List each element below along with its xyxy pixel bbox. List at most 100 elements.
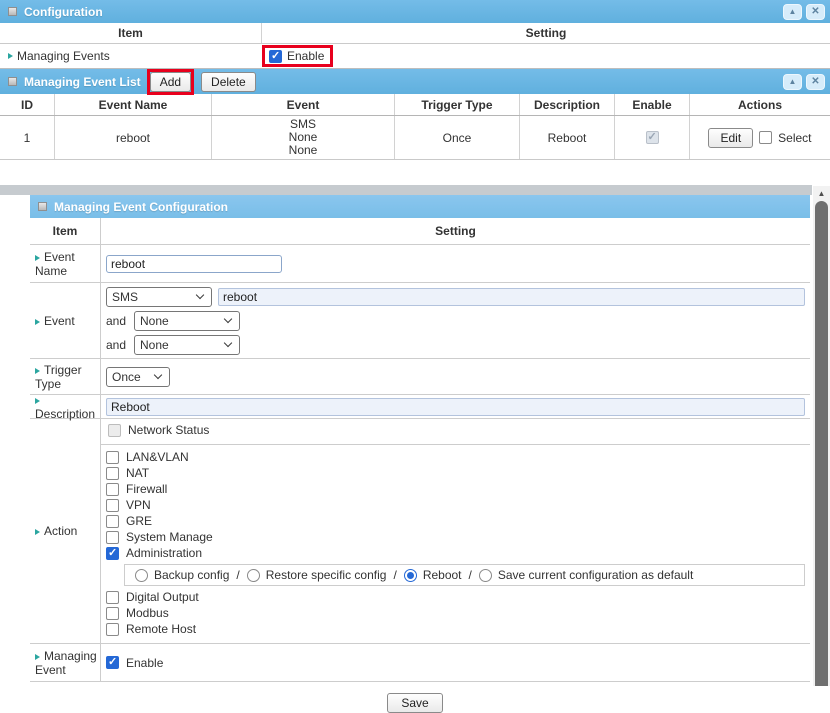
event-list-table-header: ID Event Name Event Trigger Type Descrip…	[0, 94, 830, 116]
description-row: Description	[30, 395, 810, 419]
panel-configuration-header: Configuration ▲ ✕	[0, 0, 830, 23]
panel-title: Managing Event Configuration	[54, 200, 228, 214]
action-row: Action Network Status LAN&VLAN NAT Firew…	[30, 419, 810, 644]
panel-event-list-header: Managing Event List Add Delete ▲ ✕	[0, 69, 830, 94]
action-option: System Manage	[106, 530, 805, 544]
row-arrow-icon	[35, 654, 40, 660]
vertical-scrollbar[interactable]: ▲	[813, 186, 830, 686]
panel-icon	[8, 77, 17, 86]
action-option: Remote Host	[106, 622, 805, 636]
gre-checkbox[interactable]	[106, 515, 119, 528]
cell-id: 1	[0, 116, 55, 159]
event-and1-select[interactable]: None	[134, 311, 240, 331]
lan-vlan-checkbox[interactable]	[106, 451, 119, 464]
managing-events-row: Managing Events Enable	[0, 44, 830, 69]
restore-config-radio[interactable]	[247, 569, 260, 582]
network-status-subrow: Network Status	[101, 419, 810, 445]
action-option: Modbus	[106, 606, 805, 620]
and-label: and	[106, 338, 128, 352]
panel-event-config-header: Managing Event Configuration	[30, 195, 810, 218]
backup-config-radio[interactable]	[135, 569, 148, 582]
action-option: VPN	[106, 498, 805, 512]
managing-event-row: Managing Event Enable	[30, 644, 810, 682]
spacer	[0, 160, 830, 185]
column-header-setting: Setting	[262, 23, 830, 43]
managing-events-enable-checkbox[interactable]	[269, 50, 282, 63]
add-button[interactable]: Add	[150, 72, 191, 92]
enable-label: Enable	[287, 49, 324, 63]
reboot-radio[interactable]	[404, 569, 417, 582]
cell-event-name: reboot	[55, 116, 212, 159]
action-option: NAT	[106, 466, 805, 480]
close-icon[interactable]: ✕	[806, 74, 825, 90]
administration-options: Backup config / Restore specific config …	[124, 564, 805, 586]
chevron-down-icon	[154, 371, 162, 379]
table-row: 1 reboot SMS None None Once Reboot Edit …	[0, 116, 830, 160]
event-name-row: Event Name	[30, 245, 810, 283]
column-header-event: Event	[212, 94, 395, 115]
column-header-item: Item	[0, 23, 262, 43]
event-type-select[interactable]: SMS	[106, 287, 212, 307]
row-arrow-icon	[35, 368, 40, 374]
row-arrow-icon	[35, 319, 40, 325]
panel-configuration: Configuration ▲ ✕ Item Setting Managing …	[0, 0, 830, 69]
close-icon[interactable]: ✕	[806, 4, 825, 20]
radio-option: Reboot	[404, 568, 462, 582]
config-table-header: Item Setting	[30, 218, 810, 245]
overlay-top-strip	[0, 185, 812, 195]
cell-trigger-type: Once	[395, 116, 520, 159]
panel-managing-event-configuration: Managing Event Configuration Item Settin…	[30, 195, 810, 682]
event-label: Event	[44, 314, 75, 328]
chevron-down-icon	[224, 315, 232, 323]
network-status-checkbox	[108, 424, 121, 437]
collapse-icon[interactable]: ▲	[783, 4, 802, 20]
action-option: Administration	[106, 546, 805, 560]
column-header-setting: Setting	[101, 218, 810, 244]
event-name-input[interactable]	[106, 255, 282, 273]
nat-checkbox[interactable]	[106, 467, 119, 480]
digital-output-checkbox[interactable]	[106, 591, 119, 604]
save-default-radio[interactable]	[479, 569, 492, 582]
delete-button[interactable]: Delete	[201, 72, 256, 92]
panel-managing-event-list: Managing Event List Add Delete ▲ ✕ ID Ev…	[0, 69, 830, 160]
radio-option: Backup config	[135, 568, 229, 582]
option-separator: /	[393, 568, 396, 582]
trigger-type-select[interactable]: Once	[106, 367, 170, 387]
action-label: Action	[44, 524, 77, 538]
row-arrow-icon	[35, 398, 40, 404]
row-enable-checkbox	[646, 131, 659, 144]
cell-event: SMS None None	[289, 118, 318, 157]
event-and2-select[interactable]: None	[134, 335, 240, 355]
row-select-checkbox[interactable]	[759, 131, 772, 144]
save-area: Save	[0, 682, 830, 713]
event-row: Event SMS and None and None	[30, 283, 810, 359]
cell-description: Reboot	[520, 116, 615, 159]
scroll-up-icon[interactable]: ▲	[813, 186, 830, 201]
radio-option: Save current configuration as default	[479, 568, 693, 582]
enable-label: Enable	[126, 656, 163, 670]
option-separator: /	[236, 568, 239, 582]
row-arrow-icon	[8, 53, 13, 59]
edit-button[interactable]: Edit	[708, 128, 753, 148]
panel-title: Managing Event List	[24, 75, 141, 89]
panel-icon	[38, 202, 47, 211]
save-button[interactable]: Save	[387, 693, 442, 713]
event-name-label: Event Name	[35, 250, 75, 278]
description-input[interactable]	[106, 398, 805, 416]
panel-title: Configuration	[24, 5, 103, 19]
collapse-icon[interactable]: ▲	[783, 74, 802, 90]
action-option: Digital Output	[106, 590, 805, 604]
system-manage-checkbox[interactable]	[106, 531, 119, 544]
event-message-input[interactable]	[218, 288, 805, 306]
scrollbar-thumb[interactable]	[815, 201, 828, 686]
column-header-description: Description	[520, 94, 615, 115]
administration-checkbox[interactable]	[106, 547, 119, 560]
firewall-checkbox[interactable]	[106, 483, 119, 496]
column-header-id: ID	[0, 94, 55, 115]
modbus-checkbox[interactable]	[106, 607, 119, 620]
action-option: LAN&VLAN	[106, 450, 805, 464]
managing-event-enable-checkbox[interactable]	[106, 656, 119, 669]
vpn-checkbox[interactable]	[106, 499, 119, 512]
configuration-table-header: Item Setting	[0, 23, 830, 44]
remote-host-checkbox[interactable]	[106, 623, 119, 636]
